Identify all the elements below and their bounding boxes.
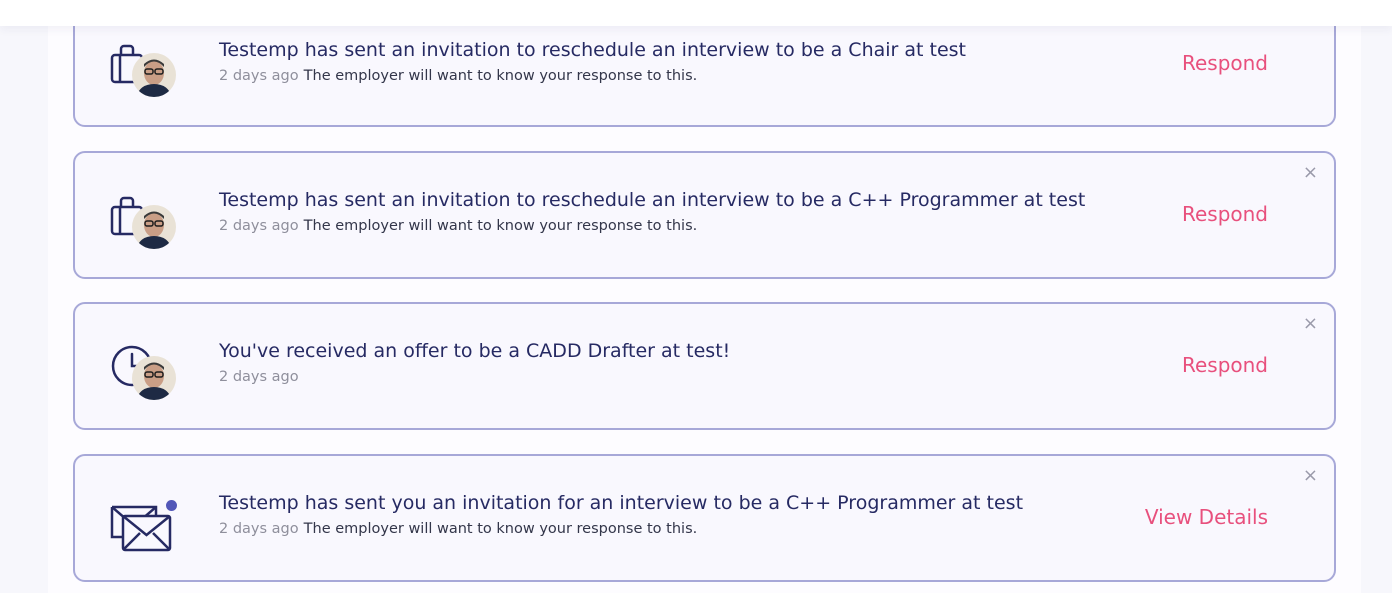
notification-description: The employer will want to know your resp… [303,68,698,84]
notification-description: The employer will want to know your resp… [303,521,698,537]
notification-meta: 2 days ago The employer will want to know… [219,216,1119,236]
respond-button[interactable]: Respond [1182,50,1268,76]
close-icon[interactable]: × [1303,466,1318,486]
notification-card[interactable]: × Testemp has sent an invitation to resc… [73,151,1336,279]
notification-card[interactable]: × You've received an offer to be a CADD … [73,302,1336,430]
close-icon[interactable]: × [1303,163,1318,183]
notification-card[interactable]: × Testemp has sent you an invitation for… [73,454,1336,582]
notification-time: 2 days ago [219,218,299,234]
notification-title: You've received an offer to be a CADD Dr… [219,340,731,362]
notification-text: Testemp has sent you an invitation for a… [219,490,1119,539]
notification-title: Testemp has sent an invitation to resche… [219,189,1086,211]
notification-text: Testemp has sent an invitation to resche… [219,37,1119,86]
unread-dot [166,500,177,511]
notification-icon-group [110,496,180,556]
notification-description: The employer will want to know your resp… [303,218,698,234]
view-details-button[interactable]: View Details [1145,504,1268,530]
notification-text: Testemp has sent an invitation to resche… [219,187,1119,236]
notification-title: Testemp has sent an invitation to resche… [219,39,967,61]
close-icon[interactable]: × [1303,314,1318,334]
notification-icon-group [110,193,180,253]
notification-meta: 2 days ago The employer will want to know… [219,66,1119,86]
respond-button[interactable]: Respond [1182,352,1268,378]
notification-time: 2 days ago [219,369,299,385]
respond-button[interactable]: Respond [1182,201,1268,227]
top-bar [0,0,1392,26]
notification-icon-group [110,41,180,101]
avatar [132,53,176,97]
notification-time: 2 days ago [219,521,299,537]
avatar [132,356,176,400]
avatar [132,205,176,249]
notification-meta: 2 days ago The employer will want to know… [219,519,1119,539]
notification-text: You've received an offer to be a CADD Dr… [219,338,1119,387]
notification-meta: 2 days ago [219,367,1119,387]
notification-time: 2 days ago [219,68,299,84]
notification-title: Testemp has sent you an invitation for a… [219,492,1024,514]
notification-icon-group [110,344,180,404]
